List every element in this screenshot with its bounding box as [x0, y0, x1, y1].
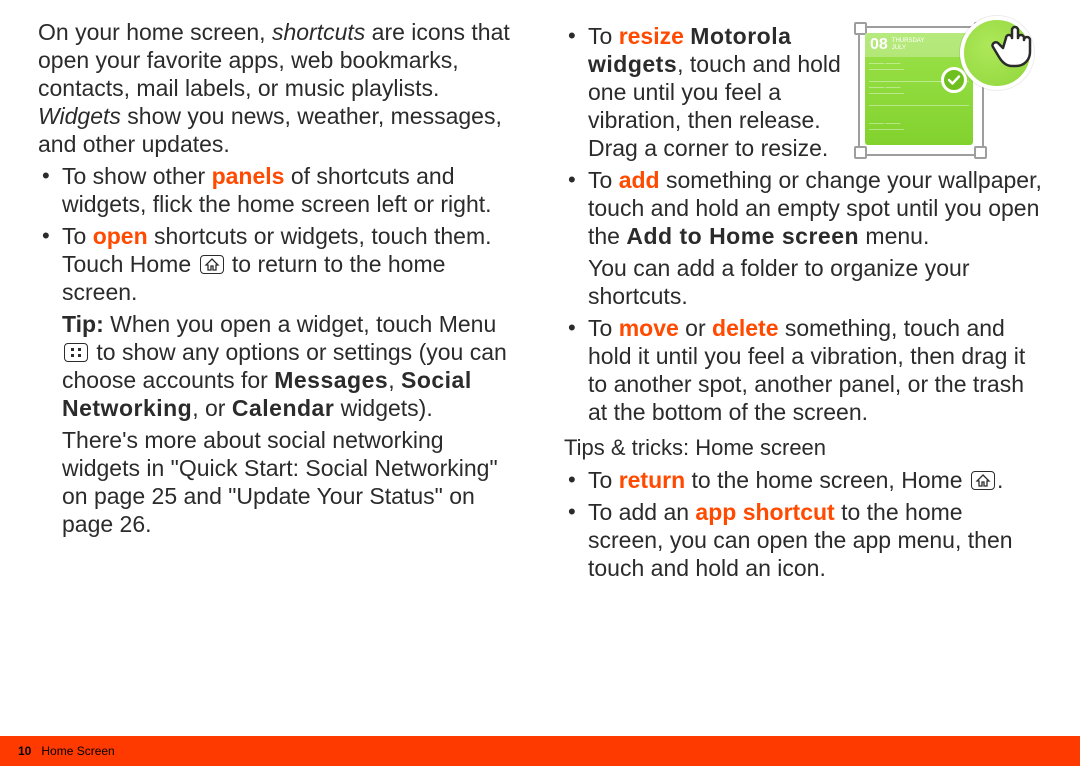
menu-icon [64, 343, 88, 362]
content-area: On your home screen, shortcuts are icons… [38, 18, 1042, 718]
bullet-resize: To resize Motorola widgets, touch and ho… [564, 22, 1042, 162]
footer-section-label: Home Screen [41, 744, 114, 758]
page-number: 10 [18, 744, 31, 758]
bullet-move-delete: To move or delete something, touch and h… [564, 314, 1042, 426]
home-icon [200, 255, 224, 274]
intro-paragraph: On your home screen, shortcuts are icons… [38, 18, 516, 158]
tip-paragraph: Tip: When you open a widget, touch Menu … [38, 310, 516, 422]
home-icon [971, 471, 995, 490]
bullet-return: To return to the home screen, Home . [564, 466, 1042, 494]
bullet-add: To add something or change your wallpape… [564, 166, 1042, 250]
page-root: On your home screen, shortcuts are icons… [0, 0, 1080, 766]
more-paragraph: There's more about social networking wid… [38, 426, 516, 538]
bullet-app-shortcut: To add an app shortcut to the home scree… [564, 498, 1042, 582]
page-footer: 10 Home Screen [0, 736, 1080, 766]
left-column: On your home screen, shortcuts are icons… [38, 18, 516, 586]
bullet-panels: To show other panels of shortcuts and wi… [38, 162, 516, 218]
tips-subheading: Tips & tricks: Home screen [564, 434, 1042, 462]
bullet-open: To open shortcuts or widgets, touch them… [38, 222, 516, 306]
folder-note: You can add a folder to organize your sh… [564, 254, 1042, 310]
right-column: 08 THURSDAYJULY ——— —————————— ——— —————… [564, 18, 1042, 586]
